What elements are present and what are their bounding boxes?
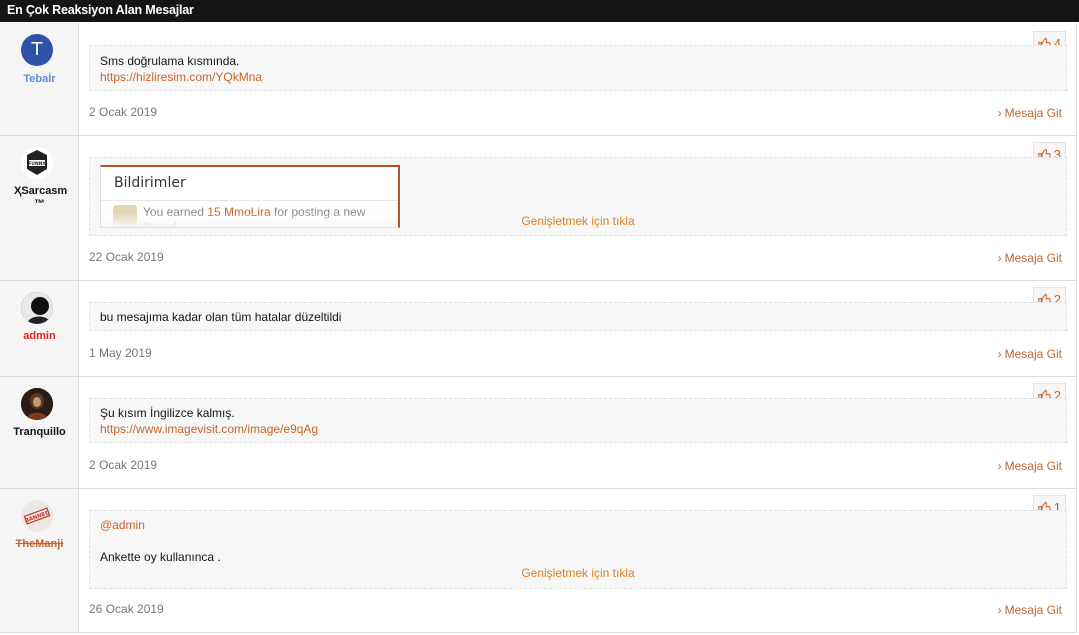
message-content: Bildirimler You earned 15 MmoLira for po… — [89, 157, 1067, 236]
divider — [101, 200, 398, 201]
username[interactable]: Tebaİr — [0, 73, 79, 86]
message-text: Sms doğrulama kısmında. — [100, 54, 240, 68]
section-header: En Çok Reaksiyon Alan Mesajlar — [0, 0, 1079, 22]
expand-link[interactable]: Genişletmek için tıkla — [90, 214, 1066, 228]
avatar[interactable] — [21, 292, 53, 324]
avatar[interactable]: FUNNY — [21, 147, 53, 179]
message-text: bu mesajıma kadar olan tüm hatalar düzel… — [100, 310, 342, 324]
post-date: 26 Ocak 2019 — [89, 602, 164, 616]
post-item: T Tebaİr 4 Sms doğrulama kısmında. https… — [0, 23, 1077, 136]
post-item: FUNNY ҲSarcasm ™ 3 Bildirimler You earne… — [0, 136, 1077, 281]
user-column: FUNNY ҲSarcasm ™ — [0, 136, 79, 280]
user-column: Tranquillo — [0, 377, 79, 488]
svg-text:FUNNY: FUNNY — [28, 161, 46, 167]
avatar[interactable]: BANNED — [21, 500, 53, 532]
banned-stamp-icon: BANNED — [22, 501, 52, 531]
goto-label: Mesaja Git — [1004, 603, 1062, 617]
goto-label: Mesaja Git — [1004, 106, 1062, 120]
avatar[interactable]: T — [21, 34, 53, 66]
avatar[interactable] — [21, 388, 53, 420]
user-column: BANNED TheManji — [0, 489, 79, 632]
message-content: bu mesajıma kadar olan tüm hatalar düzel… — [89, 302, 1067, 331]
funny-badge-icon: FUNNY — [27, 150, 47, 175]
user-column: admin — [0, 281, 79, 376]
message-content: Şu kısım İngilizce kalmış. https://www.i… — [89, 398, 1067, 443]
chevron-right-icon: › — [997, 347, 1002, 361]
notification-title: Bildirimler — [114, 175, 186, 191]
post-item: BANNED TheManji 1 @admin Ankette oy kull… — [0, 489, 1077, 633]
post-item: admin 2 bu mesajıma kadar olan tüm hatal… — [0, 281, 1077, 377]
goto-label: Mesaja Git — [1004, 251, 1062, 265]
user-column: T Tebaİr — [0, 23, 79, 135]
message-link[interactable]: https://www.imagevisit.com/image/e9qAg — [100, 422, 318, 436]
message-content: @admin Ankette oy kullanınca . Genişletm… — [89, 510, 1067, 589]
chevron-right-icon: › — [997, 106, 1002, 120]
post-date: 2 Ocak 2019 — [89, 105, 158, 119]
goto-message-link[interactable]: › Mesaja Git — [998, 603, 1062, 617]
goto-label: Mesaja Git — [1004, 459, 1062, 473]
message-link[interactable]: https://hizliresim.com/YQkMna — [100, 70, 262, 84]
post-item: Tranquillo 2 Şu kısım İngilizce kalmış. … — [0, 377, 1077, 489]
message-text: Ankette oy kullanınca . — [100, 550, 221, 564]
goto-message-link[interactable]: › Mesaja Git — [998, 251, 1062, 265]
goto-label: Mesaja Git — [1004, 347, 1062, 361]
chevron-right-icon: › — [997, 603, 1002, 617]
username[interactable]: ҲSarcasm ™ — [0, 185, 79, 211]
chevron-right-icon: › — [997, 251, 1002, 265]
post-date: 2 Ocak 2019 — [89, 458, 158, 472]
username[interactable]: admin — [0, 330, 79, 343]
message-text: Şu kısım İngilizce kalmış. — [100, 406, 235, 420]
goto-message-link[interactable]: › Mesaja Git — [998, 106, 1062, 120]
user-photo-icon — [21, 292, 53, 324]
goto-message-link[interactable]: › Mesaja Git — [998, 347, 1062, 361]
chevron-right-icon: › — [997, 459, 1002, 473]
message-content: Sms doğrulama kısmında. https://hizlires… — [89, 45, 1067, 91]
user-mention[interactable]: @admin — [100, 518, 145, 532]
user-photo-icon — [21, 388, 53, 420]
goto-message-link[interactable]: › Mesaja Git — [998, 459, 1062, 473]
post-date: 22 Ocak 2019 — [89, 250, 164, 264]
username[interactable]: Tranquillo — [0, 426, 79, 439]
post-date: 1 May 2019 — [89, 346, 152, 360]
username[interactable]: TheManji — [0, 538, 79, 551]
expand-link[interactable]: Genişletmek için tıkla — [90, 566, 1066, 580]
